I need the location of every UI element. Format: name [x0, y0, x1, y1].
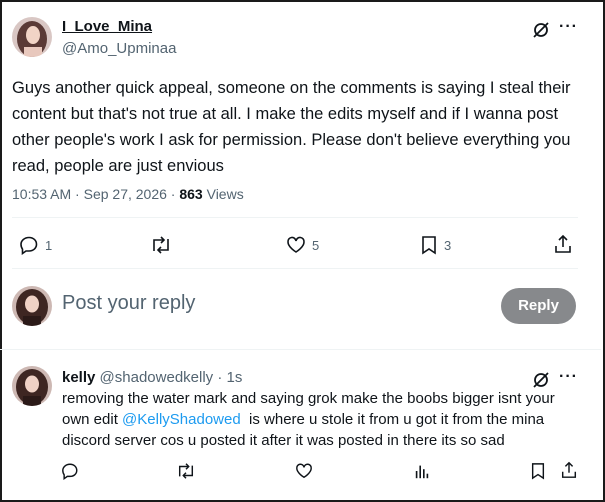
reply-repost-action[interactable] [176, 462, 196, 480]
mention-link[interactable]: @KellyShadowed [122, 411, 241, 428]
reply-header: kelly @shadowedkelly · 1s [62, 369, 242, 386]
grok-icon[interactable] [531, 20, 551, 40]
heart-icon [296, 463, 312, 479]
reply-text: removing the water mark and saying grok … [62, 388, 578, 451]
divider [0, 349, 601, 350]
reply-icon [62, 463, 78, 480]
share-icon [561, 461, 577, 478]
more-options-icon[interactable]: ··· [559, 368, 578, 386]
post-text: Guys another quick appeal, someone on th… [12, 79, 571, 175]
author-avatar[interactable] [12, 17, 52, 57]
reply-share-action[interactable] [560, 461, 578, 479]
reply-bookmark-action[interactable] [530, 462, 546, 480]
reply-analytics-action[interactable] [413, 462, 431, 480]
grok-icon[interactable] [531, 370, 551, 390]
like-count: 5 [312, 237, 320, 253]
bookmark-count: 3 [444, 237, 452, 253]
bookmark-icon [422, 236, 436, 255]
divider [12, 268, 578, 269]
share-action[interactable] [553, 234, 573, 254]
reply-submit-button[interactable]: Reply [501, 288, 576, 324]
reply-icon [20, 236, 38, 255]
post-time[interactable]: 10:53 AM [12, 186, 71, 202]
repost-icon [178, 463, 194, 479]
user-avatar[interactable] [12, 286, 52, 326]
reply-display-name[interactable]: kelly [62, 369, 95, 386]
separator: · [217, 369, 223, 386]
repost-icon [153, 236, 169, 254]
analytics-icon [415, 465, 429, 479]
post-date[interactable]: Sep 27, 2026 [84, 186, 167, 202]
reply-input[interactable]: Post your reply [62, 292, 482, 315]
separator: · [75, 186, 80, 202]
reply-time[interactable]: 1s [227, 369, 243, 386]
reply-author-avatar[interactable] [12, 366, 52, 406]
author-handle[interactable]: @Amo_Upminaa [62, 40, 176, 57]
bookmark-icon [531, 463, 545, 480]
post-metadata: 10:53 AM · Sep 27, 2026 · 863 Views [12, 186, 244, 202]
reply-action[interactable]: 1 [19, 235, 52, 255]
divider [12, 217, 578, 218]
reply-count: 1 [45, 237, 53, 253]
like-action[interactable]: 5 [286, 235, 319, 255]
author-display-name[interactable]: I_Love_Mina [62, 18, 152, 35]
views-count: 863 [179, 186, 203, 202]
heart-icon [287, 236, 305, 253]
views-label: Views [206, 186, 244, 202]
reply-reply-action[interactable] [61, 462, 79, 480]
share-icon [555, 234, 571, 253]
more-options-icon[interactable]: ··· [559, 18, 578, 36]
bookmark-action[interactable]: 3 [420, 235, 451, 255]
repost-action[interactable] [150, 235, 178, 255]
reply-handle[interactable]: @shadowedkelly [100, 369, 214, 386]
separator: · [170, 186, 176, 202]
reply-like-action[interactable] [295, 462, 313, 480]
